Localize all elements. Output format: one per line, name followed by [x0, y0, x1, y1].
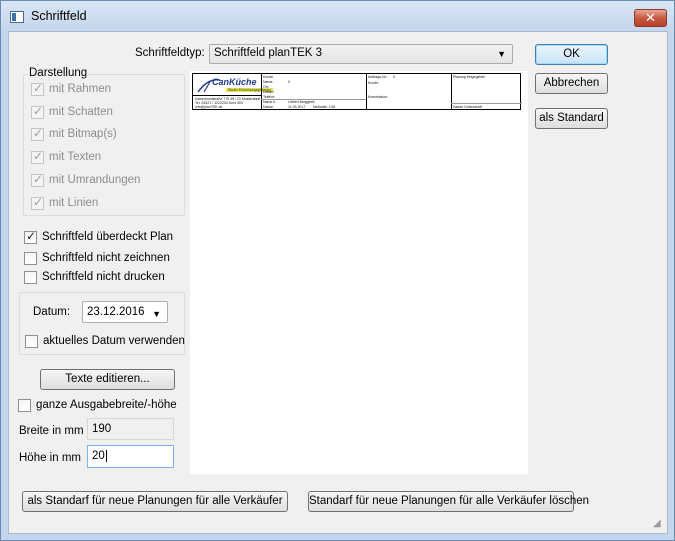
checkbox-label: ganze Ausgabebreite/-höhe	[36, 399, 177, 411]
checkbox-box	[31, 126, 44, 141]
close-button[interactable]: ✕	[634, 9, 667, 27]
preview-col2b-4: Liebert Burggeek	[288, 100, 315, 104]
checkbox-label: aktuelles Datum verwenden	[43, 335, 185, 347]
chevron-down-icon: ▼	[152, 309, 161, 319]
texte-editieren-button[interactable]: Texte editieren...	[40, 369, 175, 390]
preview-col2b-0: 0	[288, 80, 290, 84]
hoehe-value: 20	[92, 450, 105, 462]
standard-neue-planungen-button[interactable]: als Standarf für neue Planungen für alle…	[22, 491, 288, 512]
checkbox-box	[31, 195, 44, 210]
breite-input[interactable]: 190	[87, 418, 174, 440]
darstellung-group	[23, 74, 185, 216]
abbrechen-button[interactable]: Abbrechen	[535, 73, 608, 94]
window-title: Schriftfeld	[31, 9, 87, 23]
checkbox-label: Schriftfeld nicht drucken	[42, 271, 165, 283]
checkbox-box	[18, 399, 31, 412]
divider	[451, 103, 522, 104]
checkbox-label: Schriftfeld nicht zeichnen	[42, 252, 170, 264]
chevron-down-icon: ▼	[497, 49, 506, 59]
checkbox-box	[24, 229, 37, 244]
checkbox-label: mit Schatten	[49, 106, 113, 118]
preview-col2-6: Datum	[263, 105, 274, 109]
datum-label: Datum:	[33, 306, 71, 318]
preview-col3b-0: 0	[393, 75, 395, 79]
preview-col2b-5: 11.03.2017	[288, 105, 306, 109]
checkbox-box	[25, 335, 38, 348]
preview-col2-5: Name Ir.	[263, 100, 277, 104]
dialog-client: Schriftfeldtyp: Schriftfeld planTEK 3 ▼ …	[8, 31, 668, 534]
checkbox-label: mit Linien	[49, 197, 99, 209]
als-standard-button[interactable]: als Standard	[535, 108, 608, 129]
preview-col3-2: Kommission:	[368, 95, 389, 99]
preview-col2b-6: Maßstab: 1:50	[313, 105, 336, 109]
divider	[366, 74, 367, 109]
checkbox-label: mit Texten	[49, 151, 102, 163]
logo-image: CanKüche Studio Einrichtungsplanung	[196, 76, 273, 94]
checkbox-label: mit Rahmen	[49, 83, 111, 95]
preview-col2-1: Name:	[263, 80, 274, 84]
preview-col3-1: Kunde:	[368, 81, 380, 85]
app-icon	[10, 11, 24, 23]
divider	[261, 74, 262, 109]
checkbox-box	[24, 271, 37, 284]
ok-button[interactable]: OK	[535, 44, 608, 65]
preview-col4-0: Planung freigegeben	[453, 75, 486, 79]
dialog-window: Schriftfeld ✕ Schriftfeldtyp: Schriftfel…	[0, 0, 675, 541]
logo-main-text: CanKüche	[212, 77, 257, 87]
checkbox-box	[31, 104, 44, 119]
checkbox-label: mit Bitmap(s)	[49, 128, 117, 140]
darstellung-title: Darstellung	[28, 67, 89, 79]
standard-loeschen-button[interactable]: Standarf für neue Planungen für alle Ver…	[308, 491, 589, 512]
address-line-3: info@planTEK.de	[195, 105, 223, 109]
checkbox-label: mit Umrandungen	[49, 174, 141, 186]
checkbox-box	[31, 172, 44, 187]
schriftfeld-preview: CanKüche Studio Einrichtungsplanung Kais…	[190, 71, 528, 474]
datum-value: 23.12.2016	[87, 306, 145, 318]
divider	[261, 99, 366, 100]
divider	[193, 95, 261, 96]
checkbox-box	[31, 81, 44, 96]
schriftfeldtyp-value: Schriftfeld planTEK 3	[214, 47, 323, 59]
hoehe-input[interactable]: 20	[87, 445, 174, 468]
preview-col2-0: Kunde	[263, 75, 274, 79]
resize-grip-icon[interactable]: ◢	[653, 519, 665, 531]
preview-col2-3: Datum:	[263, 90, 275, 94]
datum-picker[interactable]: 23.12.2016 ▼	[82, 301, 168, 323]
hoehe-label: Höhe in mm	[19, 452, 81, 464]
title-bar[interactable]: Schriftfeld ✕	[1, 1, 674, 31]
preview-col3-0: Auftrags-Nr.:	[368, 75, 388, 79]
checkbox-box	[24, 252, 37, 265]
breite-label: Breite in mm	[19, 425, 84, 437]
checkbox-label: Schriftfeld überdeckt Plan	[42, 231, 174, 243]
checkbox-box	[31, 149, 44, 164]
preview-col2-2: Ort:	[263, 85, 269, 89]
text-caret	[105, 450, 107, 462]
schriftfeldtyp-select[interactable]: Schriftfeld planTEK 3 ▼	[209, 44, 513, 64]
preview-col4-1: Datum Unterschrift	[453, 105, 483, 109]
title-block-preview: CanKüche Studio Einrichtungsplanung Kais…	[192, 73, 522, 110]
schriftfeldtyp-label: Schriftfeldtyp:	[135, 47, 205, 59]
